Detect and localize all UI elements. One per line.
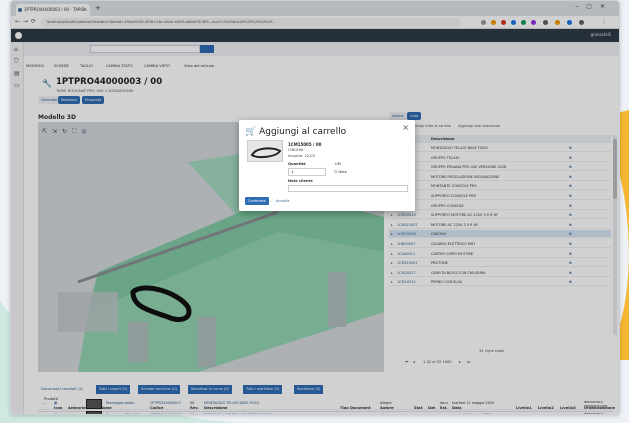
quantity-input[interactable]: 1 xyxy=(288,168,326,176)
cart-icon: 🛒 xyxy=(245,127,257,137)
browser-window: 1PTPRO44000003 / 00 - TAPIS ... × + –▢✕ … xyxy=(10,0,620,415)
close-icon[interactable]: × xyxy=(402,123,409,132)
quantity-label: Quantità xyxy=(288,162,306,166)
note-checkbox[interactable]: ☐ Note xyxy=(334,170,347,174)
note-label: Note cliente xyxy=(288,179,313,183)
add-to-cart-dialog: 🛒 Aggiungi al carrello × 1CM15005 / 00 C… xyxy=(239,120,415,211)
note-input[interactable] xyxy=(288,185,408,192)
dialog-title: 🛒 Aggiungi al carrello xyxy=(245,127,346,137)
item-price: Importo: 22.03 xyxy=(288,154,315,158)
unit-label: UM xyxy=(335,162,341,166)
note-checkbox-label: Note xyxy=(338,170,347,174)
item-name: CINGHIA xyxy=(288,148,304,152)
confirm-button[interactable]: Conferma xyxy=(245,197,269,205)
item-thumbnail xyxy=(247,140,283,162)
cancel-button[interactable]: Annulla xyxy=(273,197,293,205)
dialog-title-text: Aggiungi al carrello xyxy=(259,127,347,137)
item-code: 1CM15005 / 00 xyxy=(288,142,322,147)
